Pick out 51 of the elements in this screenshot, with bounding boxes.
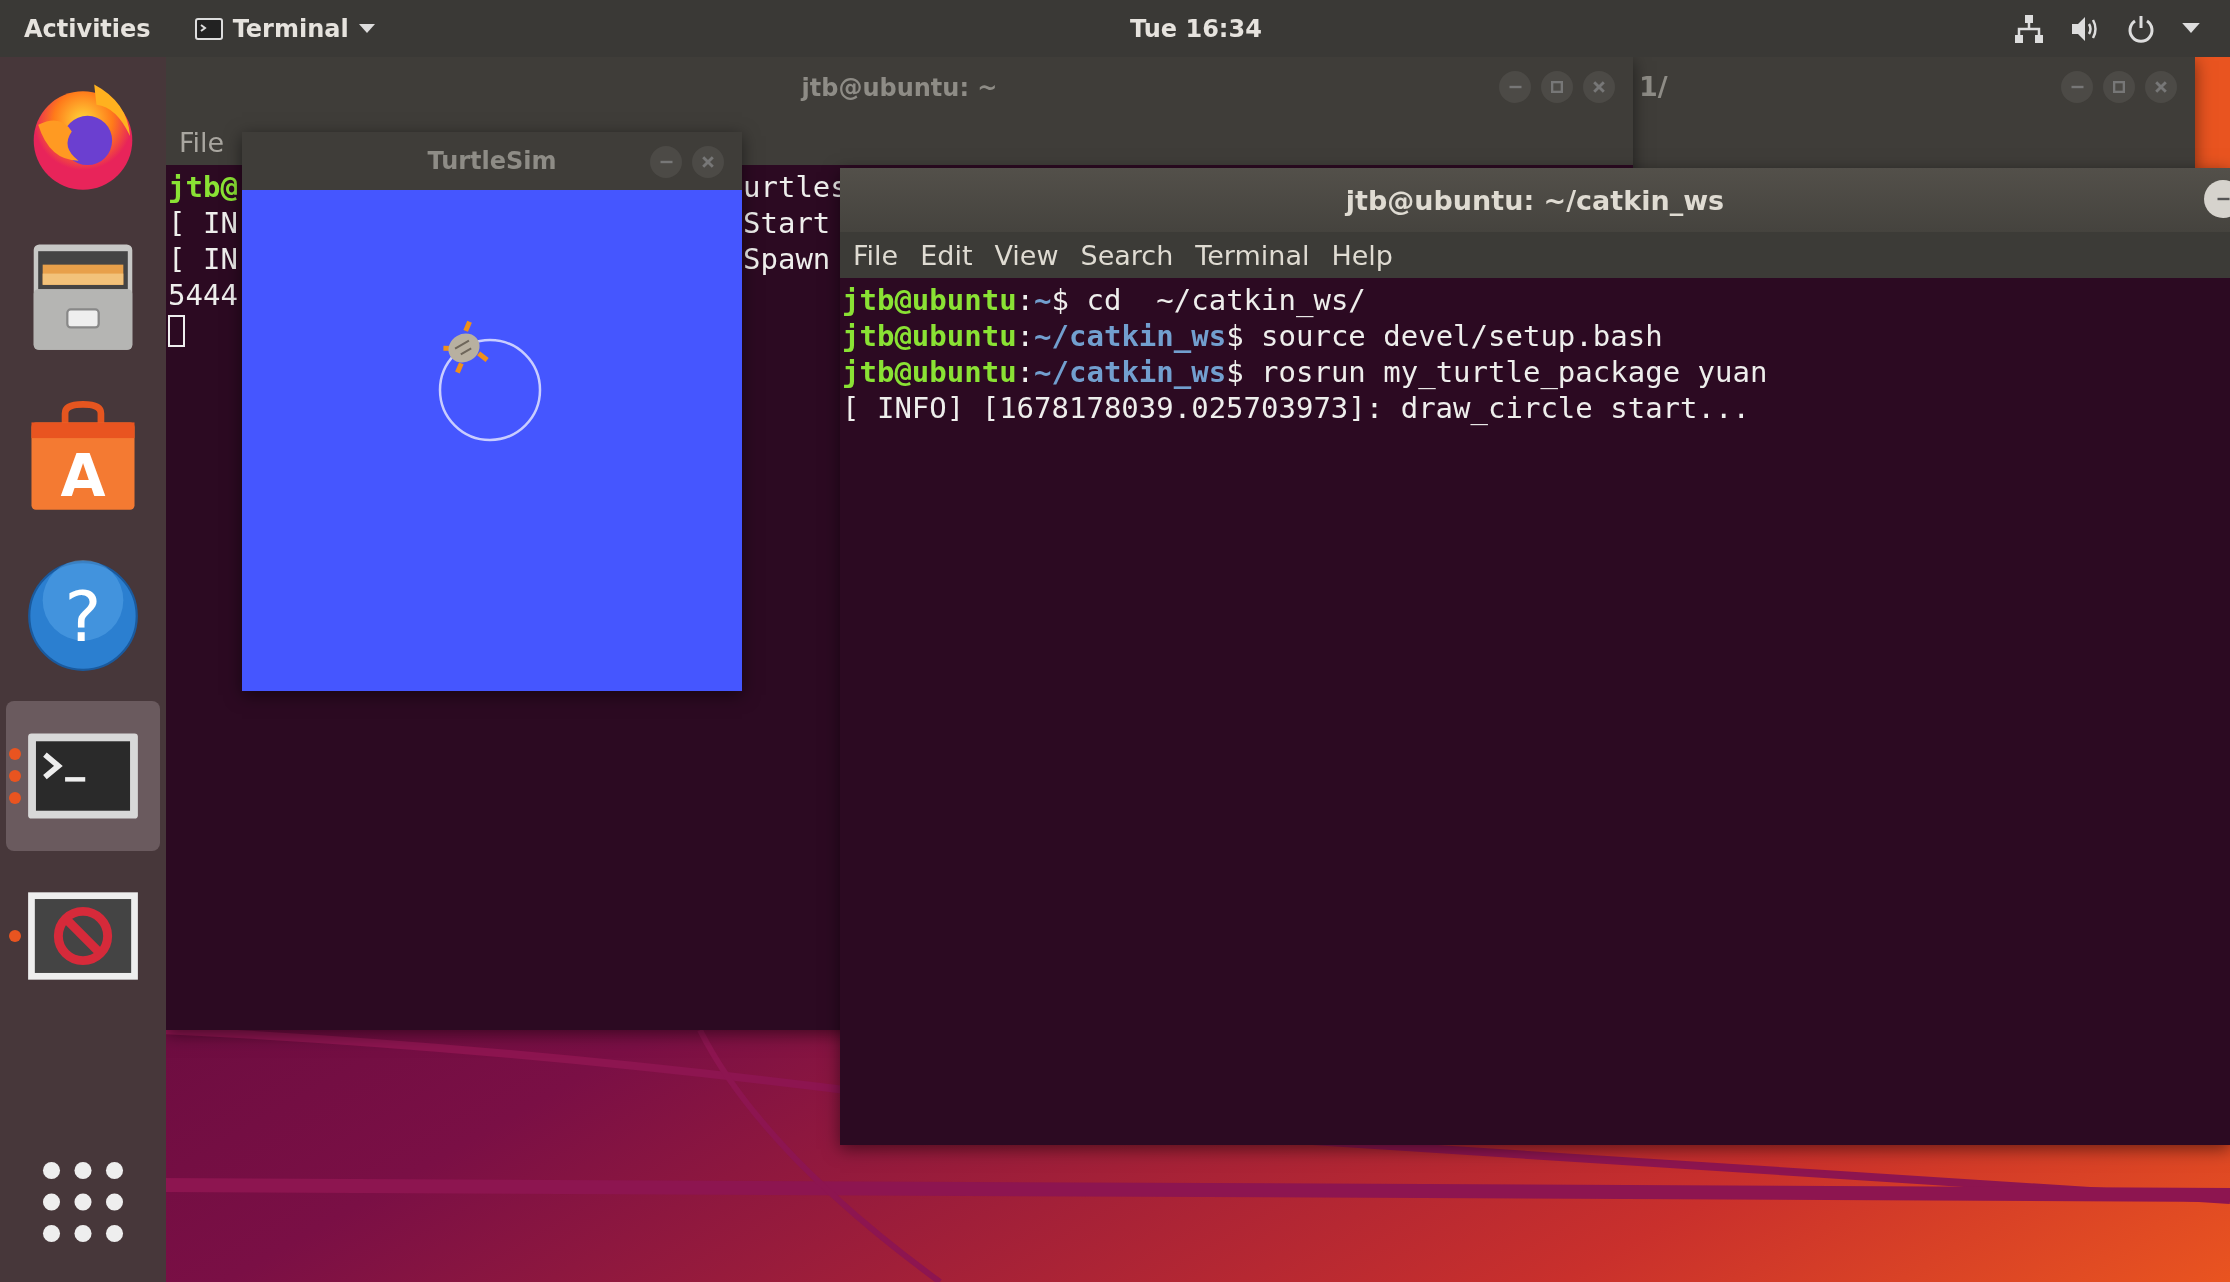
help-icon: ? xyxy=(27,560,139,672)
terminal-line: Start xyxy=(743,205,832,241)
running-dot xyxy=(9,792,21,804)
power-icon[interactable] xyxy=(2126,13,2156,44)
window-title: jtb@ubuntu: ~/catkin_ws xyxy=(1345,184,1725,216)
maximize-button[interactable] xyxy=(2103,71,2135,103)
dock-item[interactable] xyxy=(6,701,160,851)
maximize-button[interactable] xyxy=(1541,71,1573,103)
caret-icon[interactable] xyxy=(2182,23,2200,34)
menu-item[interactable]: View xyxy=(983,239,1070,271)
window-title: jtb@ubuntu: ~ xyxy=(801,74,998,102)
terminal-icon xyxy=(194,17,223,40)
terminal-line: Spawn xyxy=(743,241,832,277)
terminal-line: 5444 xyxy=(168,277,239,313)
close-icon xyxy=(702,156,714,168)
maximize-icon xyxy=(1551,81,1563,93)
terminal-line: [ IN xyxy=(168,241,239,277)
terminal-line: [ IN xyxy=(168,205,239,241)
minimize-icon xyxy=(659,160,673,164)
close-button[interactable] xyxy=(1583,71,1615,103)
terminal-line: jtb@ xyxy=(168,169,239,205)
minimize-icon xyxy=(2216,197,2230,201)
menu-item[interactable]: Edit xyxy=(909,239,984,271)
running-dot xyxy=(9,930,21,942)
activities-button[interactable]: Activities xyxy=(24,14,151,43)
close-icon xyxy=(1593,81,1605,93)
menu-item[interactable]: Help xyxy=(1320,239,1404,271)
caret-icon xyxy=(358,23,375,34)
menu-item[interactable]: Search xyxy=(1069,239,1185,271)
network-icon[interactable] xyxy=(2014,13,2044,44)
window-title: 1/ xyxy=(1639,71,1668,102)
minimize-icon xyxy=(2070,85,2084,89)
close-button[interactable] xyxy=(692,146,724,178)
menu-item[interactable]: File xyxy=(842,239,910,271)
menu-item[interactable]: Terminal xyxy=(1184,239,1321,271)
minimize-icon xyxy=(1508,85,1522,89)
maximize-icon xyxy=(2113,81,2125,93)
app-grid-icon[interactable] xyxy=(41,1160,125,1244)
running-dot xyxy=(9,770,21,782)
close-button[interactable] xyxy=(2145,71,2177,103)
terminal-line: [ INFO] [1678178039.025703973]: draw_circle start... xyxy=(842,390,1751,426)
close-icon xyxy=(2155,81,2167,93)
app-menu[interactable]: Terminal xyxy=(194,14,375,43)
menu-item[interactable]: File xyxy=(168,126,236,158)
terminal-line: jtb@ubuntu:~/catkin_ws$ source devel/setup.bash xyxy=(842,318,1664,354)
running-dot xyxy=(9,748,21,760)
clock[interactable]: Tue 16:34 xyxy=(1130,14,1262,43)
terminal-line: jtb@ubuntu:~$ cd ~/catkin_ws/ xyxy=(842,282,1367,318)
turtle-icon xyxy=(440,319,490,376)
terminal-line: jtb@ubuntu:~/catkin_ws$ rosrun my_turtle_package yuan xyxy=(842,354,1769,390)
window-title: TurtleSim xyxy=(427,147,557,175)
